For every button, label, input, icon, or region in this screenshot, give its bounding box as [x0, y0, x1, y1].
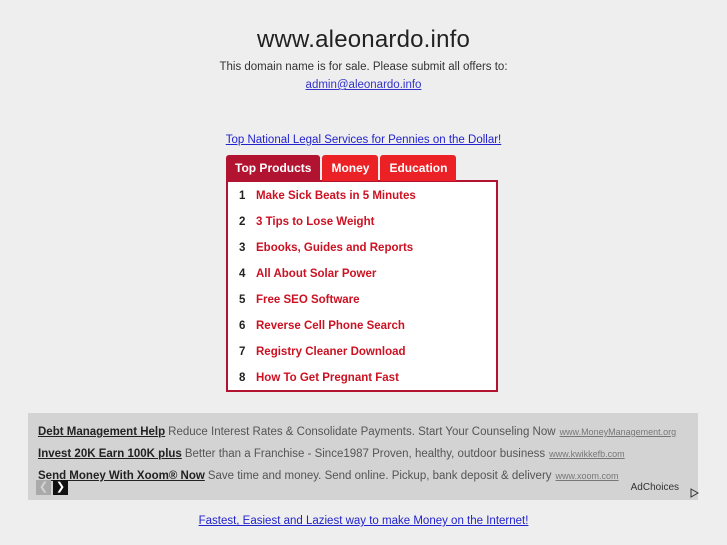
list-item-title[interactable]: How To Get Pregnant Fast — [256, 372, 399, 384]
list-item-title[interactable]: All About Solar Power — [256, 268, 376, 280]
list-item[interactable]: 3 Ebooks, Guides and Reports — [228, 242, 496, 268]
promo-top-container: Top National Legal Services for Pennies … — [0, 130, 727, 148]
ad-pagination: ❮ ❯ — [36, 480, 68, 495]
list-item-title[interactable]: 3 Tips to Lose Weight — [256, 216, 374, 228]
list-item-title[interactable]: Free SEO Software — [256, 294, 360, 306]
ad-description: Reduce Interest Rates & Consolidate Paym… — [168, 426, 556, 438]
adchoices-triangle-icon — [682, 483, 699, 498]
adchoices-button[interactable]: AdChoices — [630, 481, 699, 498]
chevron-left-icon[interactable]: ❮ — [36, 480, 51, 495]
promo-top-link[interactable]: Top National Legal Services for Pennies … — [226, 134, 502, 146]
list-item[interactable]: 8 How To Get Pregnant Fast — [228, 372, 496, 390]
contact-email-link[interactable]: admin@aleonardo.info — [306, 79, 422, 91]
widget-tabbar: Top Products Money Education — [226, 155, 498, 181]
list-item-rank: 1 — [239, 190, 246, 202]
list-item-rank: 8 — [239, 372, 246, 384]
list-item-rank: 6 — [239, 320, 246, 332]
list-item[interactable]: 2 3 Tips to Lose Weight — [228, 216, 496, 242]
top-products-widget: Top Products Money Education 1 Make Sick… — [226, 155, 498, 392]
tab-money[interactable]: Money — [322, 155, 379, 181]
list-item-title[interactable]: Make Sick Beats in 5 Minutes — [256, 190, 416, 202]
page-header: www.aleonardo.info This domain name is f… — [0, 0, 727, 93]
list-item[interactable]: 7 Registry Cleaner Download — [228, 346, 496, 372]
list-item-rank: 3 — [239, 242, 246, 254]
list-item[interactable]: 6 Reverse Cell Phone Search — [228, 320, 496, 346]
tab-top-products[interactable]: Top Products — [226, 155, 321, 181]
tab-panel-top-products: 1 Make Sick Beats in 5 Minutes 2 3 Tips … — [226, 180, 498, 392]
list-item-rank: 5 — [239, 294, 246, 306]
ad-footer: ❮ ❯ AdChoices — [28, 480, 699, 500]
tab-education[interactable]: Education — [380, 155, 457, 181]
list-item[interactable]: 5 Free SEO Software — [228, 294, 496, 320]
ad-description: Better than a Franchise - Since1987 Prov… — [184, 448, 546, 460]
ad-url-link[interactable]: www.kwikkefb.com — [549, 449, 625, 459]
promo-bottom-container: Fastest, Easiest and Laziest way to make… — [0, 511, 727, 529]
list-item-rank: 7 — [239, 346, 246, 358]
ad-url-link[interactable]: www.MoneyManagement.org — [560, 427, 677, 437]
list-item-rank: 4 — [239, 268, 246, 280]
ad-block: Debt Management Help Reduce Interest Rate… — [28, 413, 699, 500]
list-item-title[interactable]: Ebooks, Guides and Reports — [256, 242, 413, 254]
page-title: www.aleonardo.info — [256, 26, 471, 53]
ad-row: Debt Management Help Reduce Interest Rate… — [38, 420, 688, 442]
list-item-rank: 2 — [239, 216, 246, 228]
list-item[interactable]: 4 All About Solar Power — [228, 268, 496, 294]
domain-for-sale-text: This domain name is for sale. Please sub… — [219, 61, 508, 73]
list-item-title[interactable]: Reverse Cell Phone Search — [256, 320, 405, 332]
list-item-title[interactable]: Registry Cleaner Download — [256, 346, 406, 358]
list-item[interactable]: 1 Make Sick Beats in 5 Minutes — [228, 190, 496, 216]
ad-row: Invest 20K Earn 100K plus Better than a F… — [38, 442, 688, 464]
ad-title-link[interactable]: Debt Management Help — [38, 426, 165, 438]
ad-title-link[interactable]: Invest 20K Earn 100K plus — [38, 448, 182, 460]
chevron-right-icon[interactable]: ❯ — [53, 480, 68, 495]
promo-bottom-link[interactable]: Fastest, Easiest and Laziest way to make… — [199, 515, 529, 527]
adchoices-label: AdChoices — [630, 482, 679, 493]
